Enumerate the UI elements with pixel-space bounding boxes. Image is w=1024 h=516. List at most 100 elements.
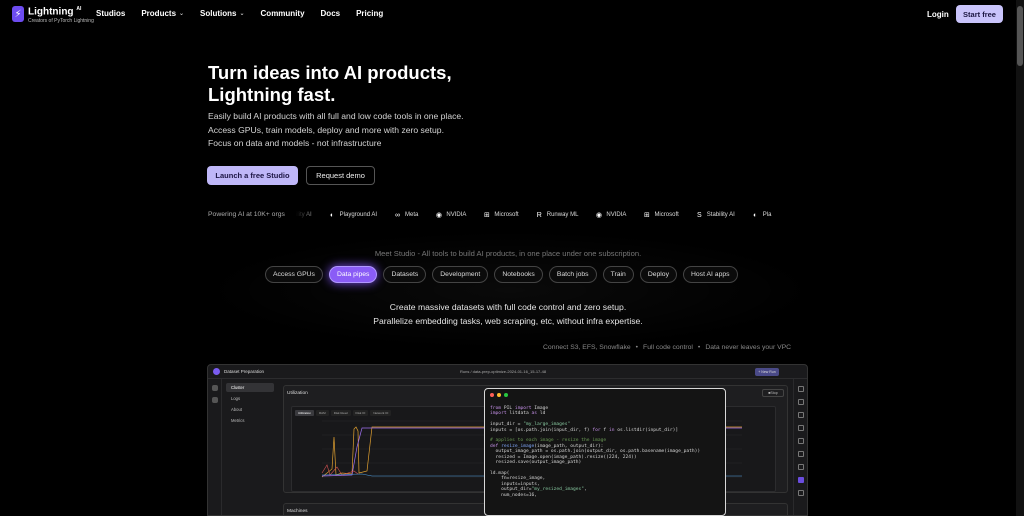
code-token: "my_resized_images" [531,487,585,493]
page: ⚡ Lightning AI Creators of PyTorch Light… [0,0,1024,516]
brand-mark-icon: ⊞ [483,212,490,219]
nav-item-community[interactable]: Community [261,9,305,18]
code-token: os.listdir(input_dir)] [617,427,679,433]
launch-studio-button[interactable]: Launch a free Studio [207,166,298,185]
brand-logo: ◐ Pla [751,211,772,220]
app-title: Dataset Preparation [224,369,265,374]
code-token: ld [539,411,546,417]
rail-grid-icon[interactable] [797,386,804,392]
code-token: resized = Image.open(image_path).resize(… [490,454,637,460]
tab-host-ai-apps[interactable]: Host AI apps [682,266,738,283]
maximize-dot-icon[interactable] [504,393,508,397]
login-link[interactable]: Login [927,10,949,19]
rail-terminal-icon[interactable] [797,451,804,457]
rail-add-icon[interactable] [797,490,804,496]
run-breadcrumb: Runs / data-prep-optimize-2024-01-16_15-… [460,369,547,374]
brand-name: Pla [762,212,772,218]
sidebar-item-about[interactable]: About [226,405,274,414]
rail-folder-icon[interactable] [797,412,804,418]
code-snippet: from PIL import Image import litdata as l… [490,406,700,498]
brand-logo: ◐ Playground AI [328,211,377,220]
nav-item-pricing[interactable]: Pricing [356,9,383,18]
nav-item-docs[interactable]: Docs [321,9,341,18]
rail-chart-icon[interactable] [797,438,804,444]
brand-name: Meta [405,212,419,218]
sidebar-item-metrics[interactable]: Metrics [226,416,274,425]
brand-mark-icon: ◉ [435,212,442,219]
panel-title: Utilization [287,391,308,396]
code-token: inputs = [os.path.join(input_dir, f) [490,427,593,433]
new-run-button[interactable]: + New Run [755,368,779,376]
nav-item-solutions[interactable]: Solutions ⌄ [200,9,244,18]
minimize-dot-icon[interactable] [497,393,501,397]
nav-item-products[interactable]: Products ⌄ [141,9,184,18]
brand-logo: ◉ NVIDIA [434,211,467,220]
brand-logo: ∞ Meta [393,211,418,220]
brand-logo: ⊞ Microsoft [642,211,679,220]
tab-data-pipes[interactable]: Data pipes [328,266,378,283]
brand-name: NVIDIA [446,212,467,218]
brand-mark-icon: R [536,211,542,219]
brand-mark-icon: S [696,211,702,219]
code-token: num_nodes=16, [490,492,538,498]
brand-mark-icon: ◐ [753,211,758,219]
hero-title: Turn ideas into AI products, Lightning f… [208,62,452,105]
rail-settings-icon[interactable] [211,397,218,403]
tab-datasets[interactable]: Datasets [383,266,427,283]
studio-intro: Meet Studio - All tools to build AI prod… [374,249,642,258]
chevron-down-icon: ⌄ [239,11,245,17]
brand-name: NVIDIA [606,212,627,218]
brand-logo: ility AI [296,212,312,218]
feature-item: Full code control [643,344,693,351]
brand-logo: S Stability AI [695,211,735,220]
tab-development[interactable]: Development [432,266,489,283]
tab-notebooks[interactable]: Notebooks [494,266,543,283]
rail-home-icon[interactable] [211,385,218,391]
scrollbar-track[interactable] [1016,0,1024,516]
nav-item-label: Community [260,9,305,18]
brand-badge: AI [76,6,82,12]
rail-active-icon[interactable] [797,477,804,483]
tab-batch-jobs[interactable]: Batch jobs [548,266,597,283]
top-nav: ⚡ Lightning AI Creators of PyTorch Light… [0,0,1024,30]
brand-mark-icon: ◐ [330,211,335,219]
tab-deploy[interactable]: Deploy [639,266,677,283]
brand-mark-icon: ∞ [395,211,401,219]
brand-name: ility AI [296,212,312,218]
close-dot-icon[interactable] [490,393,494,397]
hero-description: Easily build AI products with all full a… [208,111,464,149]
nav-item-label: Docs [320,9,341,18]
code-token: inputs=inputs, [490,481,540,487]
brand-tagline: Creators of PyTorch Lightning [28,18,94,25]
rail-files-icon[interactable] [797,399,804,405]
stop-button[interactable]: ■ Stop [762,389,784,397]
chevron-down-icon: ⌄ [179,11,185,17]
code-line: num_nodes=16, [490,493,700,498]
separator-dot-icon: • [635,344,639,351]
brand-name: Microsoft [494,212,519,218]
rail-filter-icon[interactable] [797,464,804,470]
rail-code-icon[interactable] [797,425,804,431]
nav-links: Studios Products ⌄ Solutions ⌄ Community Docs P… [96,9,399,18]
window-controls [490,393,508,397]
app-header: Dataset Preparation Runs / data-prep-opt… [208,365,807,379]
brand-logo: R Runway ML [535,211,579,220]
lightning-bolt-icon: ⚡ [12,6,24,23]
code-token: as [531,411,540,417]
brand-name: Lightning [28,6,74,18]
nav-item-studios[interactable]: Studios [96,9,125,18]
powering-label: Powering AI at 10K+ orgs [208,211,285,218]
nav-item-label: Pricing [356,9,384,18]
start-free-button[interactable]: Start free [956,5,1003,23]
sidebar-item-logs[interactable]: Logs [226,394,274,403]
feature-item: Data never leaves your VPC [705,344,792,351]
brand-logo[interactable]: ⚡ Lightning AI Creators of PyTorch Light… [12,3,94,25]
request-demo-button[interactable]: Request demo [306,166,375,185]
sidebar-item-cluster[interactable]: Cluster [226,383,274,392]
app-logo-icon [213,368,220,375]
scrollbar-thumb[interactable] [1017,6,1023,66]
code-token: import [490,411,510,417]
tab-train[interactable]: Train [602,266,634,283]
tab-access-gpus[interactable]: Access GPUs [265,266,323,283]
nav-item-label: Solutions [200,9,237,18]
